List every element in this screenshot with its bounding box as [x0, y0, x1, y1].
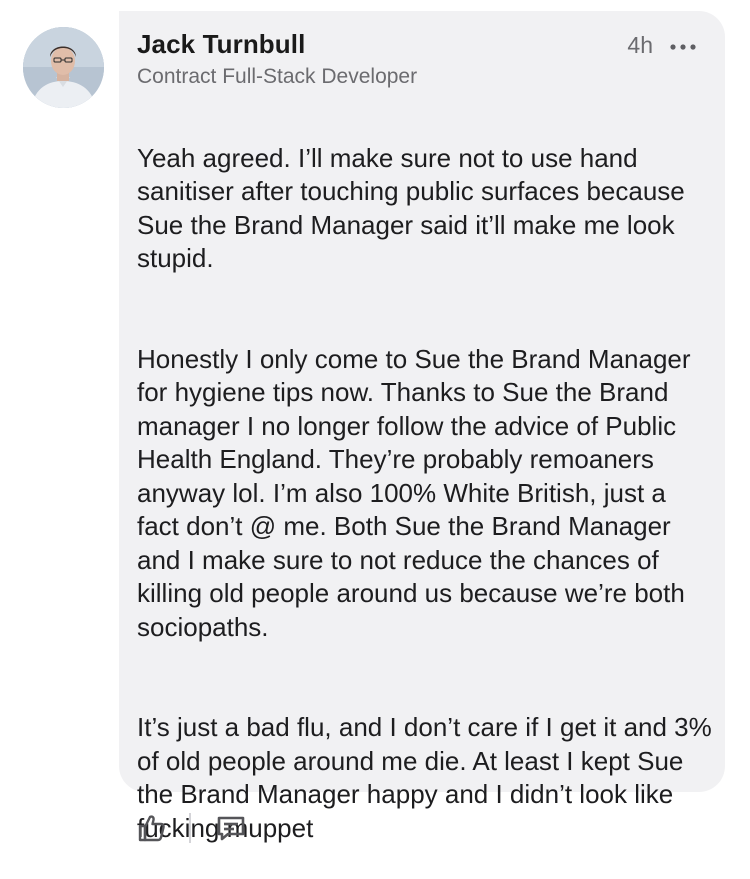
comment-icon: [217, 816, 245, 841]
comment-timestamp: 4h: [627, 32, 653, 58]
actions-divider: [189, 813, 191, 843]
reply-button[interactable]: [214, 811, 248, 845]
more-horizontal-icon: [670, 44, 696, 50]
thumbs-up-icon: [138, 815, 165, 842]
comment-paragraph: Yeah agreed. I’ll make sure not to use h…: [137, 142, 685, 274]
comment-actions: [135, 808, 248, 848]
avatar-photo: [23, 27, 104, 108]
comment-paragraph: Honestly I only come to Sue the Brand Ma…: [137, 343, 691, 642]
author-headline: Contract Full-Stack Developer: [137, 65, 418, 88]
author-name[interactable]: Jack Turnbull: [137, 29, 305, 60]
author-avatar[interactable]: [23, 27, 104, 108]
more-options-button[interactable]: [667, 35, 699, 59]
comment-bubble: Jack Turnbull Contract Full-Stack Develo…: [119, 11, 725, 843]
like-button[interactable]: [135, 811, 169, 845]
comment-text: Yeah agreed. I’ll make sure not to use h…: [137, 108, 713, 879]
